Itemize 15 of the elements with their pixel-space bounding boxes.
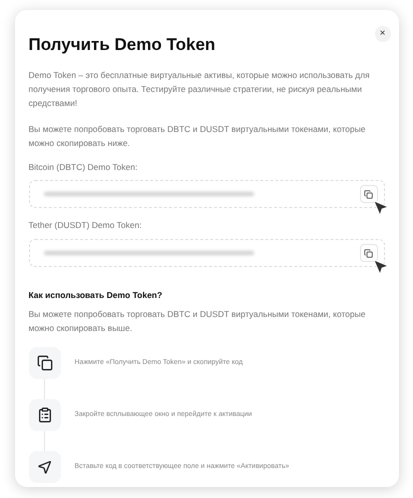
- dialog-title: Получить Demo Token: [28, 34, 216, 56]
- howto-text: Вы можете попробовать торговать DBTC и DUSDT виртуальными токенами, которые можно скопировать выше.: [28, 308, 366, 335]
- cursor-icon: [36, 458, 52, 475]
- token-label: Tether (DUSDT) Demo Token:: [28, 219, 143, 232]
- howto-title: Как использовать Demo Token?: [28, 289, 164, 302]
- copy-icon: [364, 190, 373, 199]
- clipboard-icon: [36, 406, 52, 423]
- mouse-pointer-icon: [372, 259, 388, 275]
- copy-icon: [36, 354, 52, 371]
- copy-icon: [364, 248, 373, 258]
- note-text: Вы можете попробовать торговать DBTC и DUSDT виртуальными токенами, которые можно скопировать ниже.: [28, 122, 366, 150]
- mouse-pointer-icon: [372, 200, 388, 216]
- close-button[interactable]: ×: [374, 26, 390, 42]
- intro-text: Demo Token – это бесплатные виртуальные активы, которые можно использовать для получения торгового опыта. Тестируйте различные стратегии, не рискуя реальными средствами!: [28, 68, 371, 110]
- token-label: Bitcoin (DBTC) Demo Token:: [28, 160, 138, 174]
